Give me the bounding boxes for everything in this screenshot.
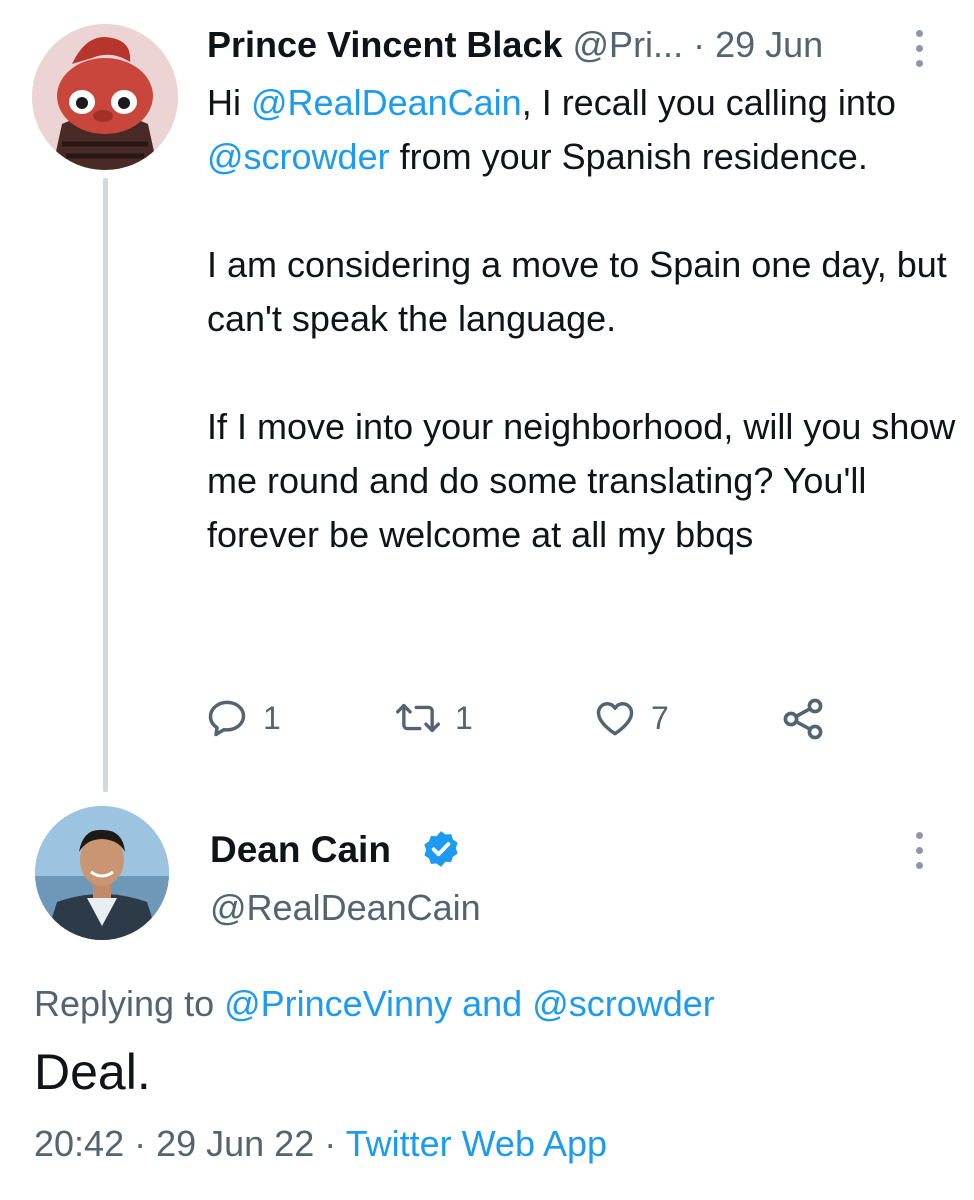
tweet-paragraph-1: Hi @RealDeanCain, I recall you calling i… (207, 76, 957, 184)
profile-photo-image (35, 806, 169, 940)
heart-icon (596, 701, 634, 736)
conjunction-text: and (452, 983, 533, 1024)
more-options-button[interactable] (905, 826, 935, 876)
cartoon-avatar-image (32, 24, 178, 170)
share-button[interactable] (779, 690, 827, 746)
more-options-button[interactable] (905, 24, 935, 74)
reply-count: 1 (263, 699, 281, 736)
replying-to-line: Replying to @PrinceVinny and @scrowder (34, 980, 715, 1028)
more-dot (916, 847, 923, 854)
tweet-metadata: 20:42 · 29 Jun 22 · Twitter Web App (34, 1120, 607, 1168)
tweet-date[interactable]: 29 Jun 22 (156, 1123, 314, 1164)
separator-dot: · (124, 1123, 157, 1164)
tweet-date[interactable]: 29 Jun (715, 24, 823, 65)
tweet-paragraph-3: If I move into your neighborhood, will y… (207, 406, 956, 555)
separator-dot: · (693, 24, 706, 65)
retweet-count: 1 (455, 699, 473, 736)
thread-connector-line (103, 178, 108, 792)
like-count: 7 (651, 699, 669, 736)
more-dot (916, 45, 923, 52)
display-name[interactable]: Dean Cain (210, 826, 391, 874)
text: , I recall you calling into (521, 82, 896, 123)
retweet-button[interactable]: 1 (395, 690, 473, 746)
more-dots-icon (916, 832, 923, 839)
mention-link[interactable]: @PrinceVinny (224, 983, 452, 1024)
display-name[interactable]: Prince Vincent Black (207, 24, 563, 65)
parent-tweet-body: Hi @RealDeanCain, I recall you calling i… (207, 76, 957, 562)
main-tweet-body: Deal. (34, 1044, 151, 1100)
separator-dot: · (314, 1123, 346, 1164)
text: Hi (207, 82, 251, 123)
mention-link[interactable]: @scrowder (532, 983, 715, 1024)
tweet-time[interactable]: 20:42 (34, 1123, 124, 1164)
more-dots-icon (916, 30, 923, 37)
mention-link[interactable]: @RealDeanCain (251, 82, 522, 123)
reply-button[interactable]: 1 (205, 690, 281, 746)
more-dot (916, 60, 923, 67)
more-dot (916, 862, 923, 869)
share-icon (783, 698, 823, 740)
retweet-icon (395, 703, 441, 733)
avatar-prince-vincent-black[interactable] (32, 24, 178, 170)
reply-icon (208, 700, 246, 737)
handle[interactable]: @RealDeanCain (210, 884, 481, 932)
text: from your Spanish residence. (389, 136, 868, 177)
replying-label: Replying to (34, 983, 225, 1024)
parent-tweet-header: Prince Vincent Black @Pri... · 29 Jun (207, 22, 823, 68)
tweet-paragraph-2: I am considering a move to Spain one day… (207, 244, 947, 339)
handle[interactable]: @Pri... (573, 24, 684, 65)
like-button[interactable]: 7 (593, 690, 669, 746)
verified-badge-icon (424, 831, 458, 867)
avatar-dean-cain[interactable] (35, 806, 169, 940)
mention-link[interactable]: @scrowder (207, 136, 390, 177)
verified-badge (420, 828, 462, 875)
source-app-link[interactable]: Twitter Web App (346, 1123, 607, 1164)
